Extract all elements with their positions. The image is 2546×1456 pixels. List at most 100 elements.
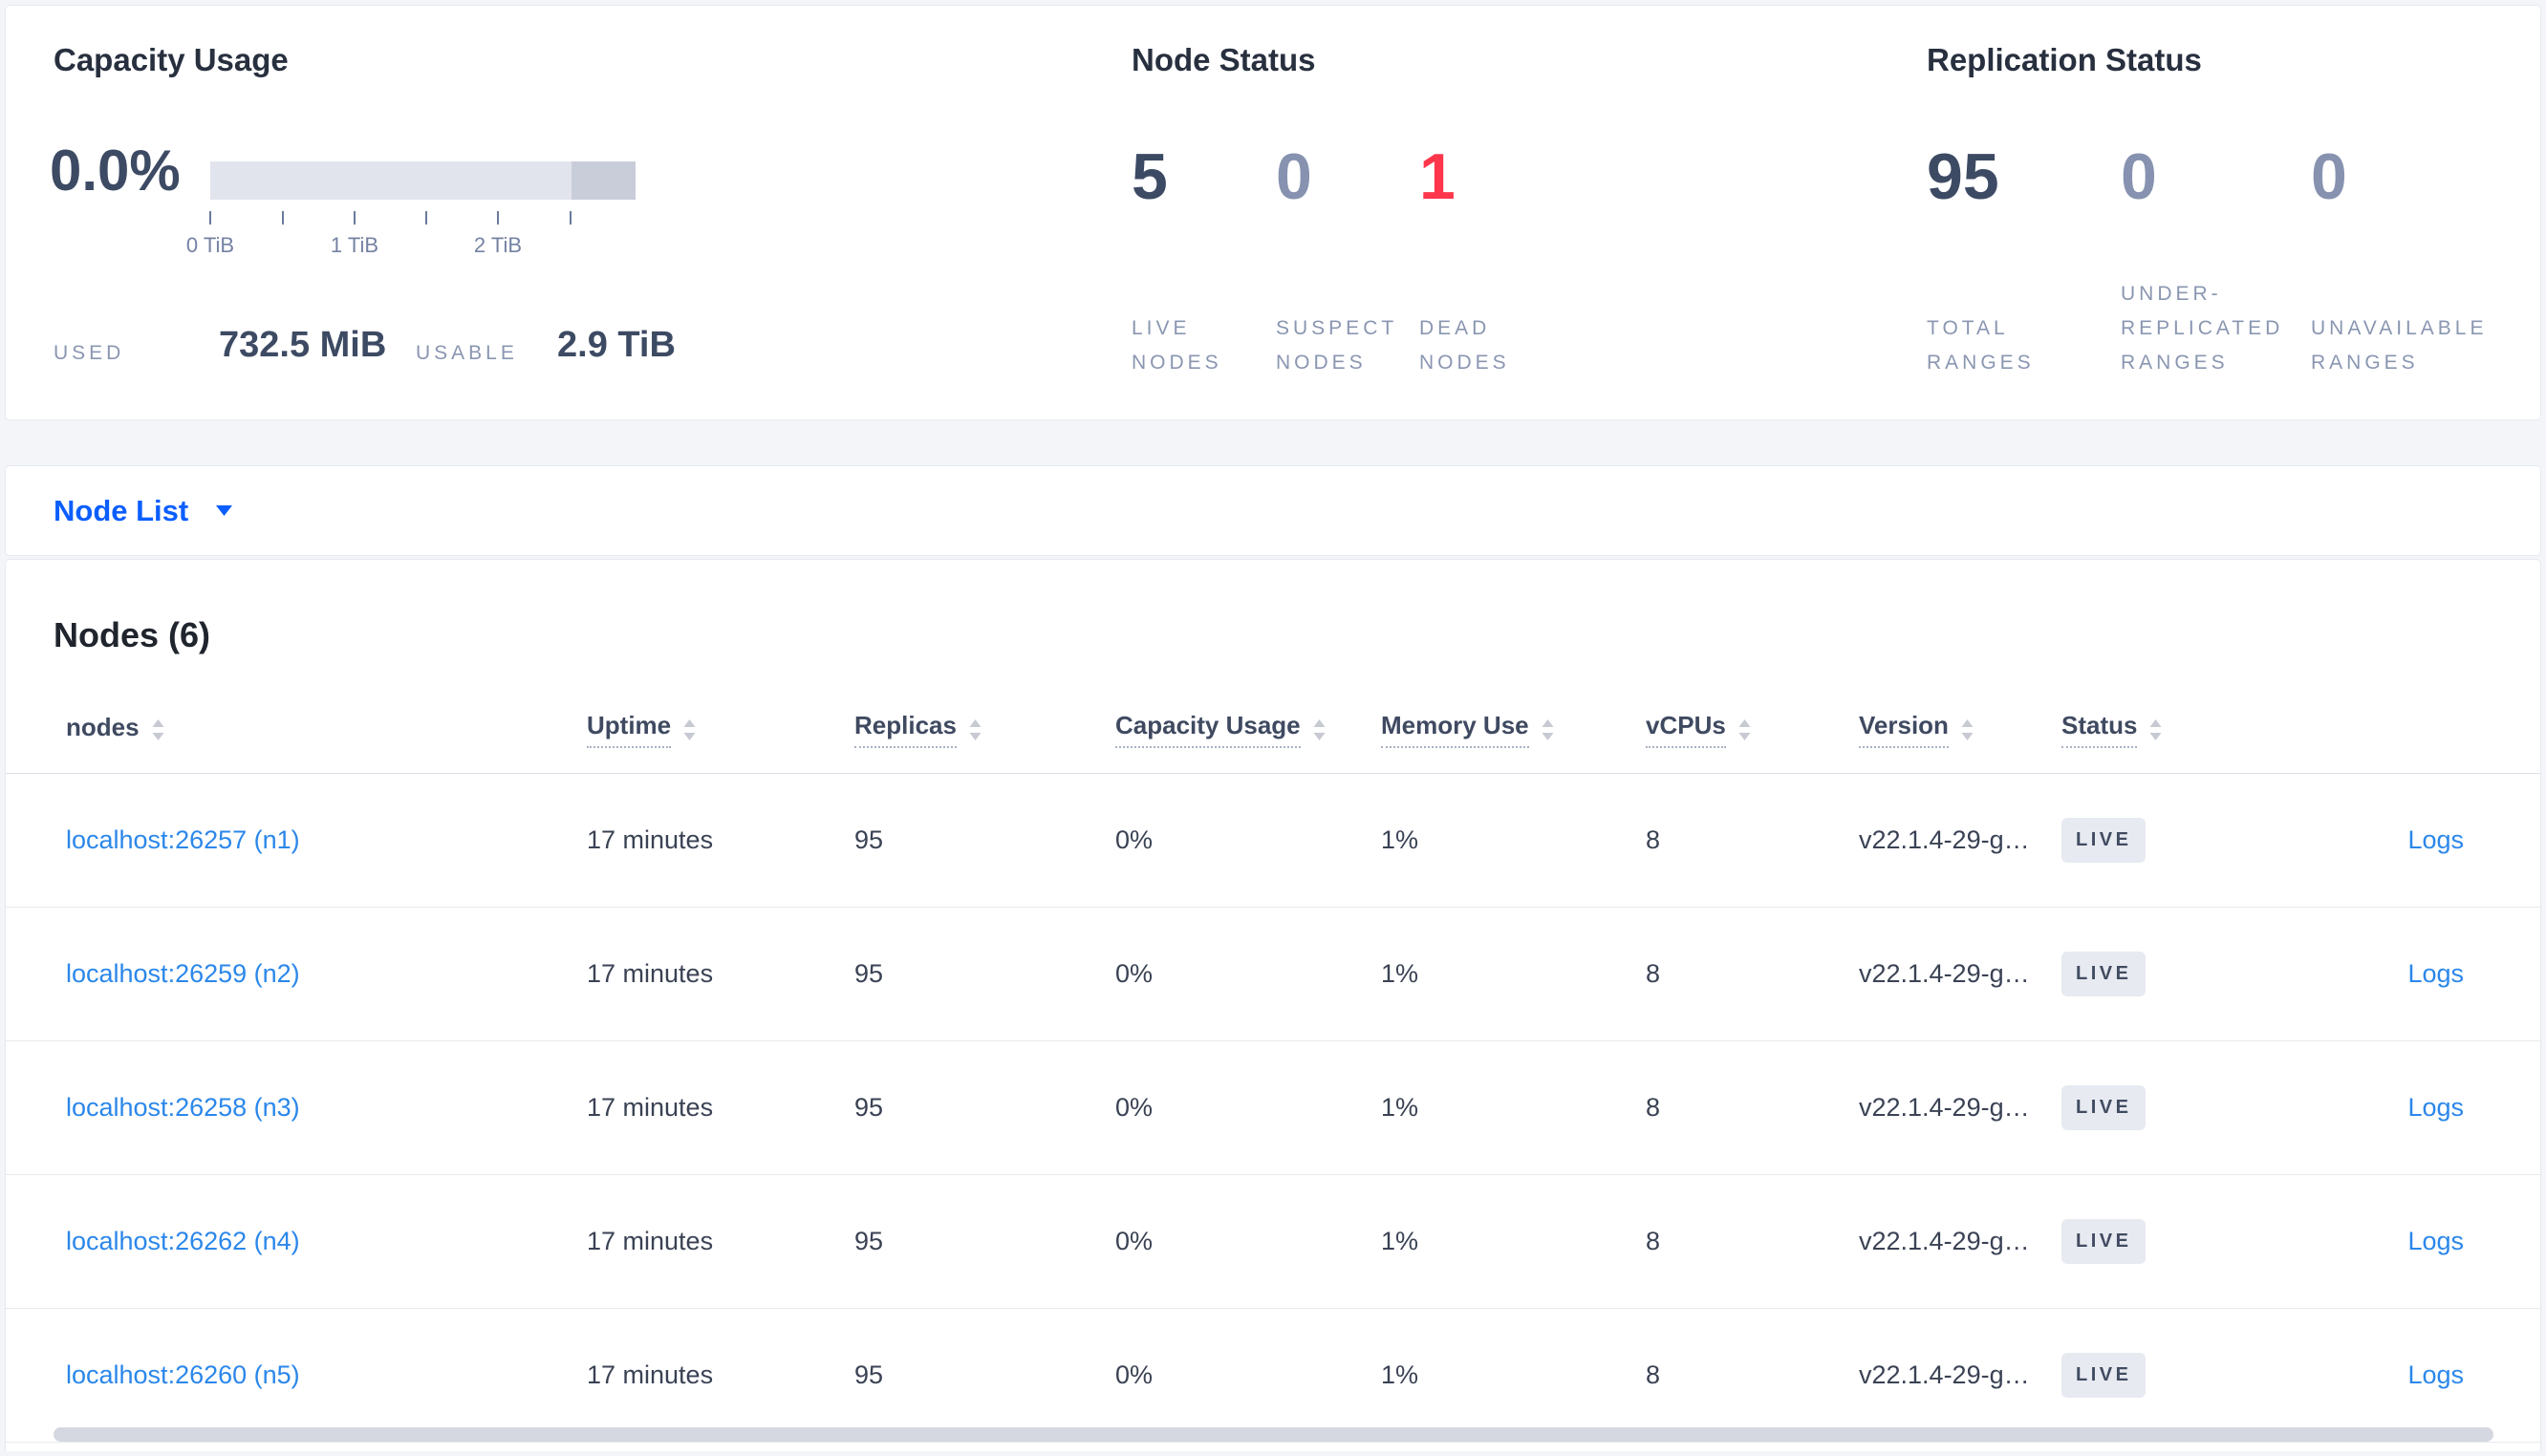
column-header-memory-use[interactable]: Memory Use xyxy=(1381,711,1646,748)
capacity-axis-tick xyxy=(354,211,356,225)
sort-icon[interactable] xyxy=(682,717,697,742)
stat-label-line: DEAD xyxy=(1419,317,1491,339)
column-header-label[interactable]: vCPUs xyxy=(1646,711,1726,748)
node-address-cell: localhost:26258 (n3) xyxy=(66,1093,587,1123)
node-link[interactable]: localhost:26260 (n5) xyxy=(66,1360,300,1389)
capacity-usage-title: Capacity Usage xyxy=(54,42,289,77)
sort-icon[interactable] xyxy=(2148,717,2163,742)
status-badge: LIVE xyxy=(2061,1085,2147,1130)
version-cell: v22.1.4-29-g… xyxy=(1859,959,2030,988)
logs-cell: Logs xyxy=(2256,825,2540,855)
memory-cell: 1% xyxy=(1381,959,1419,988)
column-header-status[interactable]: Status xyxy=(2061,711,2256,748)
stat-label-line: UNDER- xyxy=(2121,283,2222,305)
logs-link[interactable]: Logs xyxy=(2407,825,2464,854)
node-link[interactable]: localhost:26257 (n1) xyxy=(66,825,300,854)
view-selector-label[interactable]: Node List xyxy=(54,494,188,528)
under-replicated-ranges-label: UNDER- REPLICATED RANGES xyxy=(2121,256,2283,380)
horizontal-scrollbar[interactable] xyxy=(54,1427,2493,1442)
sort-icon[interactable] xyxy=(151,717,165,742)
column-header-label[interactable]: Version xyxy=(1859,711,1949,748)
stat-label-line: LIVE xyxy=(1132,317,1191,339)
capacity-usable-value: 2.9 TiB xyxy=(557,325,676,365)
nodes-table-header: nodes Uptime Replicas Capacity Usage Mem… xyxy=(6,686,2540,774)
uptime-cell: 17 minutes xyxy=(587,959,714,988)
suspect-nodes-label: SUSPECT NODES xyxy=(1276,256,1397,380)
under-replicated-ranges-count: 0 xyxy=(2121,140,2157,213)
column-header-uptime[interactable]: Uptime xyxy=(587,711,854,748)
replicas-cell: 95 xyxy=(854,1227,884,1255)
column-header-replicas[interactable]: Replicas xyxy=(854,711,1115,748)
capacity-axis-tick xyxy=(425,211,427,225)
version-cell: v22.1.4-29-g… xyxy=(1859,1093,2030,1122)
stat-label-line: REPLICATED xyxy=(2121,317,2284,339)
column-header-label[interactable]: Uptime xyxy=(587,711,672,748)
status-cell: LIVE xyxy=(2061,952,2256,996)
column-header-label[interactable]: Replicas xyxy=(854,711,957,748)
vcpus-cell: 8 xyxy=(1646,825,1661,854)
column-header-label[interactable]: Capacity Usage xyxy=(1115,711,1301,748)
uptime-cell: 17 minutes xyxy=(587,1360,714,1389)
dead-nodes-label: DEAD NODES xyxy=(1419,256,1510,380)
replicas-cell: 95 xyxy=(854,825,884,854)
column-header-vcpus[interactable]: vCPUs xyxy=(1646,711,1859,748)
column-header-label[interactable]: Status xyxy=(2061,711,2138,748)
logs-link[interactable]: Logs xyxy=(2407,1227,2464,1255)
stat-label-line: NODES xyxy=(1132,352,1222,374)
capacity-cell: 0% xyxy=(1115,1360,1154,1389)
unavailable-ranges-count: 0 xyxy=(2311,140,2347,213)
logs-cell: Logs xyxy=(2256,1360,2540,1390)
column-header-nodes[interactable]: nodes xyxy=(66,713,587,746)
version-cell: v22.1.4-29-g… xyxy=(1859,825,2030,854)
sort-icon[interactable] xyxy=(1541,717,1555,742)
column-header-capacity-usage[interactable]: Capacity Usage xyxy=(1115,711,1381,748)
column-header-label[interactable]: nodes xyxy=(66,713,140,746)
node-address-cell: localhost:26262 (n4) xyxy=(66,1227,587,1256)
memory-cell: 1% xyxy=(1381,1227,1419,1255)
status-badge: LIVE xyxy=(2061,1353,2147,1398)
sort-icon[interactable] xyxy=(1960,717,1974,742)
logs-link[interactable]: Logs xyxy=(2407,1360,2464,1389)
status-badge: LIVE xyxy=(2061,952,2147,996)
view-selector-dropdown[interactable]: Node List xyxy=(5,465,2541,556)
unavailable-ranges-label: UNAVAILABLE RANGES xyxy=(2311,256,2487,380)
capacity-tick-label: 2 TiB xyxy=(473,233,523,257)
replication-status-title: Replication Status xyxy=(1927,42,2202,77)
capacity-axis-tick xyxy=(570,211,572,225)
memory-cell: 1% xyxy=(1381,1093,1419,1122)
status-cell: LIVE xyxy=(2061,818,2256,863)
logs-link[interactable]: Logs xyxy=(2407,1093,2464,1122)
table-row: localhost:26260 (n5) 17 minutes 95 0% 1%… xyxy=(6,1309,2540,1443)
logs-cell: Logs xyxy=(2256,1093,2540,1123)
sort-icon[interactable] xyxy=(968,717,982,742)
node-link[interactable]: localhost:26262 (n4) xyxy=(66,1227,300,1255)
status-badge: LIVE xyxy=(2061,818,2147,863)
memory-cell: 1% xyxy=(1381,1360,1419,1389)
node-link[interactable]: localhost:26258 (n3) xyxy=(66,1093,300,1122)
column-header-version[interactable]: Version xyxy=(1859,711,2061,748)
nodes-table-panel: Nodes (6) nodes Uptime Replicas Capacity… xyxy=(5,559,2541,1451)
live-nodes-label: LIVE NODES xyxy=(1132,256,1222,380)
node-link[interactable]: localhost:26259 (n2) xyxy=(66,959,300,988)
logs-link[interactable]: Logs xyxy=(2407,959,2464,988)
stat-label-line: NODES xyxy=(1276,352,1367,374)
sort-icon[interactable] xyxy=(1737,717,1752,742)
column-header-label[interactable]: Memory Use xyxy=(1381,711,1529,748)
replicas-cell: 95 xyxy=(854,1360,884,1389)
capacity-cell: 0% xyxy=(1115,959,1154,988)
vcpus-cell: 8 xyxy=(1646,1360,1661,1389)
stat-label-line: TOTAL xyxy=(1927,317,2009,339)
node-address-cell: localhost:26259 (n2) xyxy=(66,959,587,989)
cluster-summary-card: Capacity Usage 0.0% 0 TiB 1 TiB 2 TiB US… xyxy=(5,5,2541,420)
stat-label-line: RANGES xyxy=(2311,352,2419,374)
capacity-cell: 0% xyxy=(1115,1227,1154,1255)
status-cell: LIVE xyxy=(2061,1085,2256,1130)
uptime-cell: 17 minutes xyxy=(587,1093,714,1122)
vcpus-cell: 8 xyxy=(1646,1227,1661,1255)
total-ranges-count: 95 xyxy=(1927,140,1999,213)
capacity-bar-reserved-segment xyxy=(572,161,636,200)
live-nodes-count: 5 xyxy=(1132,140,1168,213)
uptime-cell: 17 minutes xyxy=(587,1227,714,1255)
sort-icon[interactable] xyxy=(1312,717,1327,742)
stat-label-line: SUSPECT xyxy=(1276,317,1398,339)
